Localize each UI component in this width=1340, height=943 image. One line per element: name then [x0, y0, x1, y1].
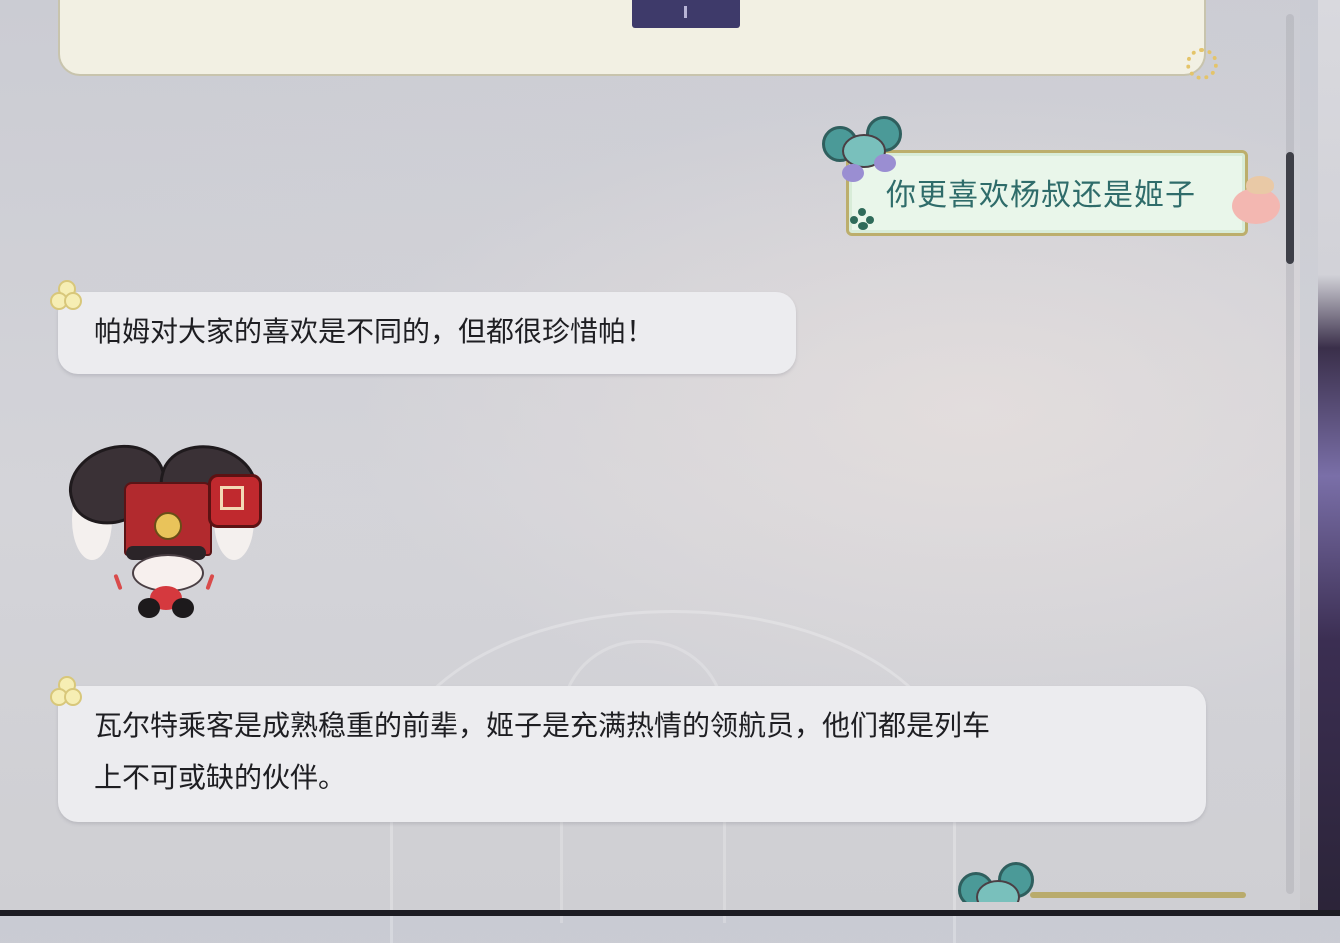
mouse-sticker-icon — [958, 862, 1038, 902]
card-tab-mark — [684, 6, 687, 18]
bottom-bar — [0, 910, 1340, 916]
mouse-sticker-icon — [822, 116, 902, 188]
next-bubble-edge — [1030, 892, 1246, 898]
gear-icon — [1186, 48, 1218, 80]
clover-icon — [50, 676, 82, 706]
background-edge — [1318, 0, 1340, 916]
bot-message-text-line2: 上不可或缺的伙伴。 — [94, 761, 347, 794]
scrollbar-track[interactable] — [1286, 14, 1294, 894]
conductor-sticker-icon — [58, 432, 266, 622]
pink-sticker-icon — [1228, 174, 1288, 230]
user-message-text: 你更喜欢杨叔还是姬子 — [886, 178, 1196, 213]
bot-message-text-line1: 瓦尔特乘客是成熟稳重的前辈，姬子是充满热情的领航员，他们都是列车 — [94, 709, 991, 742]
paw-icon — [850, 208, 874, 230]
bot-message-text: 帕姆对大家的喜欢是不同的，但都很珍惜帕！ — [94, 315, 655, 348]
clover-icon — [50, 280, 82, 310]
